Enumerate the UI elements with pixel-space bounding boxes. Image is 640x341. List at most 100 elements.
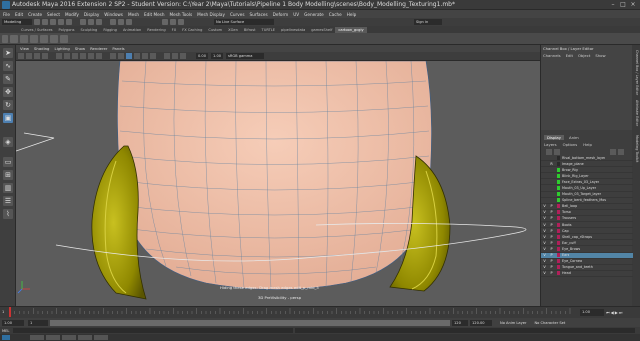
xray-icon[interactable] bbox=[164, 53, 170, 59]
shelf-tab-gamesshelf[interactable]: gamesShelf bbox=[308, 27, 335, 33]
menu-edit-mesh[interactable]: Edit Mesh bbox=[144, 12, 164, 17]
panel-menu-panels[interactable]: Panels bbox=[112, 46, 124, 51]
smooth-shade-icon[interactable] bbox=[118, 53, 124, 59]
shelf-tab-bifrost[interactable]: Bifrost bbox=[241, 27, 259, 33]
close-button[interactable]: × bbox=[628, 1, 638, 9]
wireframe-icon[interactable] bbox=[110, 53, 116, 59]
range-start-field[interactable]: 1 bbox=[28, 319, 48, 326]
layer-visibility-toggle[interactable]: V bbox=[541, 241, 548, 245]
shelf-tab-cartoon-gcgiy[interactable]: cartoon_gcgiy bbox=[335, 26, 367, 33]
shelf-tool-4-icon[interactable] bbox=[40, 34, 48, 43]
exposure-field[interactable]: 0.00 bbox=[196, 53, 209, 59]
shelf-tool-1-icon[interactable] bbox=[10, 34, 18, 43]
shelf-tool-5-icon[interactable] bbox=[50, 34, 58, 43]
field-chart-icon[interactable] bbox=[88, 53, 94, 59]
shelf-settings-icon[interactable] bbox=[2, 34, 8, 43]
layer-playback-toggle[interactable]: P bbox=[548, 265, 555, 269]
render-settings-icon[interactable] bbox=[178, 19, 184, 25]
menu-mesh-tools[interactable]: Mesh Tools bbox=[170, 12, 193, 17]
gamma-field[interactable]: 1.00 bbox=[211, 53, 224, 59]
layer-color-swatch[interactable] bbox=[557, 222, 560, 227]
select-tool-icon[interactable]: ➤ bbox=[3, 48, 13, 58]
channel-box-menu-channels[interactable]: Channels bbox=[543, 53, 561, 58]
layer-color-swatch[interactable] bbox=[557, 216, 560, 221]
layer-visibility-toggle[interactable]: V bbox=[541, 229, 548, 233]
camera-attr-icon[interactable] bbox=[26, 53, 32, 59]
menu-uv[interactable]: UV bbox=[293, 12, 299, 17]
layer-visibility-toggle[interactable]: V bbox=[541, 247, 548, 251]
layer-tab-display[interactable]: Display bbox=[544, 135, 564, 140]
taskbar-app-1-icon[interactable] bbox=[30, 335, 44, 340]
xray-joints-icon[interactable] bbox=[172, 53, 178, 59]
layer-color-swatch[interactable] bbox=[557, 210, 560, 215]
tab-modeling-toolkit[interactable]: Modeling Toolkit bbox=[633, 135, 639, 162]
grid-icon[interactable] bbox=[56, 53, 62, 59]
layer-color-swatch[interactable] bbox=[557, 271, 560, 276]
panel-menu-show[interactable]: Show bbox=[75, 46, 85, 51]
four-view-icon[interactable]: ⊞ bbox=[3, 170, 13, 180]
channel-box-menu-show[interactable]: Show bbox=[595, 53, 605, 58]
menu-curves[interactable]: Curves bbox=[230, 12, 245, 17]
layer-tab-anim[interactable]: Anim bbox=[566, 135, 582, 140]
select-object-icon[interactable] bbox=[88, 19, 94, 25]
menu-cache[interactable]: Cache bbox=[329, 12, 342, 17]
menu-create[interactable]: Create bbox=[28, 12, 42, 17]
camera-select-icon[interactable] bbox=[18, 53, 24, 59]
select-component-icon[interactable] bbox=[96, 19, 102, 25]
menu-generate[interactable]: Generate bbox=[304, 12, 324, 17]
shelf-tab-sculpting[interactable]: Sculpting bbox=[78, 27, 101, 33]
resolution-gate-icon[interactable] bbox=[72, 53, 78, 59]
layer-color-swatch[interactable] bbox=[557, 259, 560, 264]
mode-selector[interactable]: Modeling bbox=[2, 19, 32, 25]
layer-color-swatch[interactable] bbox=[557, 192, 560, 197]
layer-row[interactable]: V P Head bbox=[541, 271, 633, 277]
isolate-select-icon[interactable] bbox=[180, 53, 186, 59]
select-hierarchy-icon[interactable] bbox=[80, 19, 86, 25]
play-forward-icon[interactable]: ▶ bbox=[615, 310, 618, 315]
end-time-field[interactable]: 120.00 bbox=[470, 319, 492, 326]
shelf-tab-xgen[interactable]: XGen bbox=[225, 27, 241, 33]
layer-color-swatch[interactable] bbox=[557, 155, 560, 160]
sign-in-button[interactable]: Sign in bbox=[414, 19, 442, 25]
layer-color-swatch[interactable] bbox=[557, 179, 560, 184]
layer-color-swatch[interactable] bbox=[557, 253, 560, 258]
channel-box-menu-edit[interactable]: Edit bbox=[566, 53, 573, 58]
layer-playback-toggle[interactable]: P bbox=[548, 210, 555, 214]
layer-playback-toggle[interactable]: P bbox=[548, 216, 555, 220]
start-time-field[interactable]: 1.00 bbox=[2, 319, 24, 326]
shelf-tab-animation[interactable]: Animation bbox=[120, 27, 144, 33]
command-language-label[interactable]: MEL bbox=[2, 329, 9, 333]
menu-display[interactable]: Display bbox=[84, 12, 99, 17]
layer-visibility-toggle[interactable]: V bbox=[541, 216, 548, 220]
redo-icon[interactable] bbox=[66, 19, 72, 25]
image-plane-icon[interactable] bbox=[42, 53, 48, 59]
taskbar-app-3-icon[interactable] bbox=[62, 335, 76, 340]
layer-visibility-toggle[interactable]: V bbox=[541, 210, 548, 214]
layer-playback-toggle[interactable]: R bbox=[548, 162, 555, 166]
ipr-render-icon[interactable] bbox=[170, 19, 176, 25]
menu-help[interactable]: Help bbox=[347, 12, 357, 17]
menu-mesh[interactable]: Mesh bbox=[128, 12, 139, 17]
snap-point-icon[interactable] bbox=[126, 19, 132, 25]
layer-color-swatch[interactable] bbox=[557, 167, 560, 172]
bookmark-icon[interactable] bbox=[34, 53, 40, 59]
layer-visibility-toggle[interactable]: V bbox=[541, 223, 548, 227]
shelf-tab-fx[interactable]: FX bbox=[169, 27, 180, 33]
layer-playback-toggle[interactable]: P bbox=[548, 241, 555, 245]
layer-color-swatch[interactable] bbox=[557, 161, 560, 166]
layer-playback-toggle[interactable]: P bbox=[548, 235, 555, 239]
range-end-field[interactable]: 120 bbox=[452, 319, 468, 326]
save-scene-icon[interactable] bbox=[50, 19, 56, 25]
shelf-tab-custom[interactable]: Custom bbox=[205, 27, 225, 33]
layer-visibility-toggle[interactable]: V bbox=[541, 204, 548, 208]
lasso-tool-icon[interactable]: ∿ bbox=[3, 61, 13, 71]
shelf-tab-rigging[interactable]: Rigging bbox=[100, 27, 120, 33]
taskbar-app-5-icon[interactable] bbox=[94, 335, 108, 340]
textured-icon[interactable] bbox=[134, 53, 140, 59]
layer-color-swatch[interactable] bbox=[557, 265, 560, 270]
outliner-icon[interactable]: ☰ bbox=[3, 196, 13, 206]
menu-edit[interactable]: Edit bbox=[15, 12, 23, 17]
maximize-button[interactable]: □ bbox=[618, 1, 628, 9]
layer-visibility-toggle[interactable]: V bbox=[541, 259, 548, 263]
undo-icon[interactable] bbox=[58, 19, 64, 25]
